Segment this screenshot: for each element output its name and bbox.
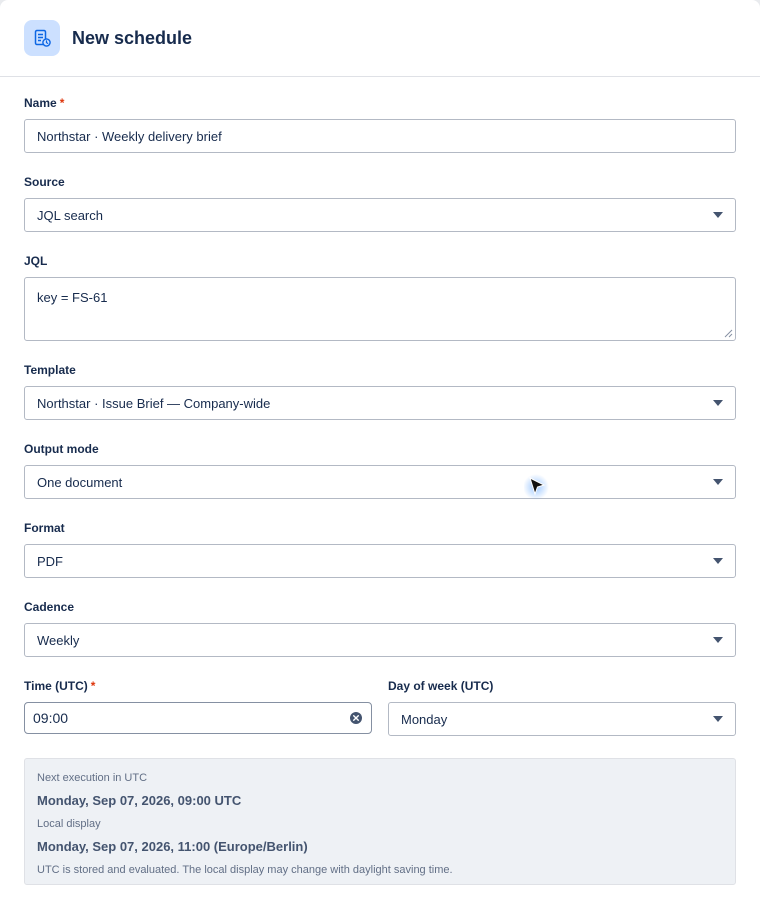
source-field: Source JQL search xyxy=(24,174,736,232)
format-label: Format xyxy=(24,521,65,535)
output-mode-label: Output mode xyxy=(24,442,99,456)
day-of-week-select[interactable]: Monday xyxy=(388,702,736,736)
name-label-text: Name xyxy=(24,96,57,110)
format-select[interactable]: PDF xyxy=(24,544,736,578)
next-execution-value: Monday, Sep 07, 2026, 09:00 UTC xyxy=(37,793,242,808)
time-day-row: Time (UTC) * 09:00 Day of week (UTC) Mon… xyxy=(24,678,736,736)
output-mode-select[interactable]: One document xyxy=(24,465,736,499)
clear-icon[interactable] xyxy=(349,711,363,725)
form-body: Name * Northstar · Weekly delivery brief… xyxy=(0,77,760,885)
source-label: Source xyxy=(24,175,65,189)
jql-field: JQL key = FS-61 xyxy=(24,253,736,341)
document-schedule-icon xyxy=(24,20,60,56)
time-input[interactable]: 09:00 xyxy=(24,702,372,734)
chevron-down-icon xyxy=(713,558,723,564)
output-mode-field: Output mode One document xyxy=(24,441,736,499)
schedule-preview-panel: Next execution in UTC Monday, Sep 07, 20… xyxy=(24,758,736,885)
local-display-label: Local display xyxy=(37,818,101,830)
dialog-title: New schedule xyxy=(72,27,193,48)
chevron-down-icon xyxy=(713,212,723,218)
day-of-week-field: Day of week (UTC) Monday xyxy=(388,678,736,736)
required-mark: * xyxy=(59,96,65,110)
template-field: Template Northstar · Issue Brief — Compa… xyxy=(24,362,736,420)
name-label: Name * xyxy=(24,95,736,111)
new-schedule-dialog: New schedule Name * Northstar · Weekly d… xyxy=(0,0,760,900)
time-label-text: Time (UTC) xyxy=(24,679,88,693)
chevron-down-icon xyxy=(713,479,723,485)
dialog-header: New schedule xyxy=(0,0,760,77)
template-label: Template xyxy=(24,363,76,377)
chevron-down-icon xyxy=(713,637,723,643)
source-select-value: JQL search xyxy=(37,207,103,223)
day-of-week-label: Day of week (UTC) xyxy=(388,679,494,693)
template-select[interactable]: Northstar · Issue Brief — Company-wide xyxy=(24,386,736,420)
day-of-week-select-value: Monday xyxy=(401,711,448,727)
chevron-down-icon xyxy=(713,400,723,406)
jql-label: JQL xyxy=(24,254,48,268)
name-input-value: Northstar · Weekly delivery brief xyxy=(37,128,222,144)
name-input[interactable]: Northstar · Weekly delivery brief xyxy=(24,119,736,153)
time-field: Time (UTC) * 09:00 xyxy=(24,678,372,736)
cadence-field: Cadence Weekly xyxy=(24,599,736,657)
resize-handle-icon[interactable] xyxy=(724,329,733,338)
cadence-label: Cadence xyxy=(24,600,75,614)
name-field: Name * Northstar · Weekly delivery brief xyxy=(24,95,736,153)
required-mark: * xyxy=(90,679,96,693)
jql-textarea-value: key = FS-61 xyxy=(37,290,108,305)
cadence-select[interactable]: Weekly xyxy=(24,623,736,657)
jql-textarea[interactable]: key = FS-61 xyxy=(24,277,736,341)
chevron-down-icon xyxy=(713,716,723,722)
source-select[interactable]: JQL search xyxy=(24,198,736,232)
format-select-value: PDF xyxy=(37,553,63,569)
output-mode-select-value: One document xyxy=(37,474,123,490)
timezone-note: UTC is stored and evaluated. The local d… xyxy=(37,864,453,876)
time-input-value: 09:00 xyxy=(33,710,69,726)
local-display-value: Monday, Sep 07, 2026, 11:00 (Europe/Berl… xyxy=(37,839,308,854)
time-label: Time (UTC) * xyxy=(24,678,372,694)
format-field: Format PDF xyxy=(24,520,736,578)
template-select-value: Northstar · Issue Brief — Company-wide xyxy=(37,395,271,411)
cadence-select-value: Weekly xyxy=(37,632,80,648)
next-execution-label: Next execution in UTC xyxy=(37,772,148,784)
